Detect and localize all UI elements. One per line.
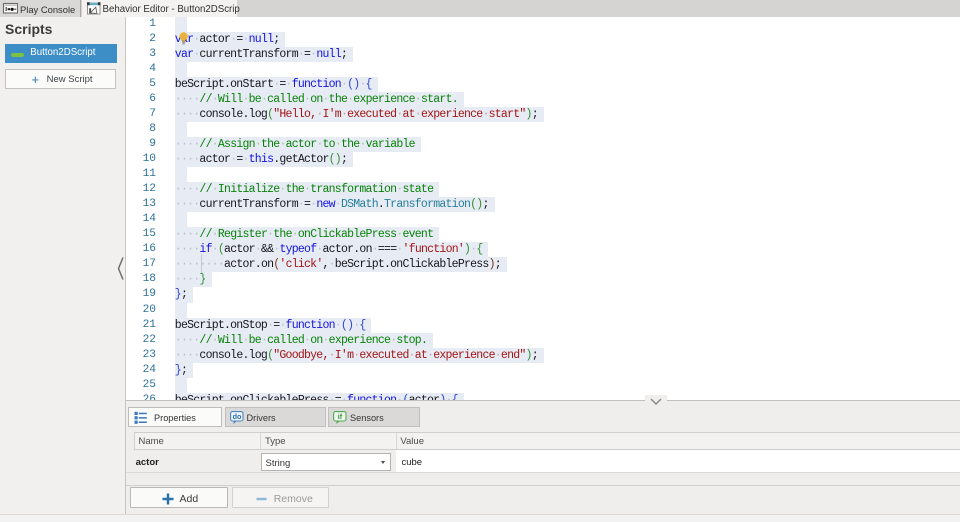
svg-text:if: if	[338, 412, 343, 421]
svg-text:do: do	[232, 412, 241, 421]
